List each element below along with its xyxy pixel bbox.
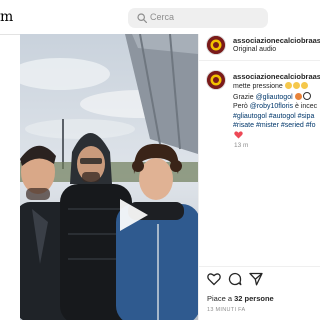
search-icon	[137, 13, 147, 23]
club-crest-icon	[207, 36, 225, 54]
actions-divider	[198, 266, 320, 267]
caption-text-1: mette pressione	[233, 83, 283, 90]
post-time-ago: 13 MINUTI FA	[207, 307, 246, 313]
instagram-logo-fragment[interactable]: m	[0, 9, 13, 25]
play-icon[interactable]	[114, 197, 150, 233]
hashtags-line-2[interactable]: #risate #mister #seried #fo	[233, 121, 315, 131]
laughing-emoji-icon	[292, 82, 300, 89]
post-video[interactable]	[20, 34, 198, 320]
video-frame-image	[20, 34, 198, 320]
post-username[interactable]: associazionecalciobraasd	[233, 36, 320, 45]
likes-prefix: Piace a	[207, 294, 235, 303]
caption-avatar[interactable]	[206, 70, 226, 90]
caption-text-3: Però	[233, 103, 250, 110]
mention-roby10floris[interactable]: @roby10floris	[250, 103, 293, 110]
caption-text-2: Grazie	[233, 94, 256, 101]
heart-outline-icon[interactable]	[207, 272, 221, 286]
original-audio-link[interactable]: Original audio	[233, 46, 276, 53]
comment-icon[interactable]	[228, 272, 242, 286]
laughing-emoji-icon	[284, 82, 292, 89]
caption-line-3: Però @roby10floris è incec	[233, 102, 317, 112]
heart-emoji-icon	[294, 93, 302, 100]
header-divider	[198, 60, 320, 61]
top-bar: m Cerca	[0, 0, 320, 35]
club-crest-icon	[207, 71, 225, 89]
search-placeholder: Cerca	[150, 12, 175, 22]
likes-count[interactable]: Piace a 32 persone	[207, 294, 274, 303]
profile-avatar[interactable]	[206, 35, 226, 55]
soccer-ball-emoji-icon	[302, 92, 311, 100]
caption-username[interactable]: associazionecalciobraasd	[233, 72, 320, 81]
mention-gliautogol[interactable]: @gliautogol	[256, 94, 293, 101]
red-heart-emoji-icon	[234, 131, 243, 139]
caption-text-3b: è incec	[293, 103, 318, 110]
likes-number[interactable]: 32 persone	[234, 294, 274, 303]
caption-line-1: mette pressione	[233, 82, 309, 92]
laughing-emoji-icon	[300, 82, 308, 89]
share-icon[interactable]	[249, 272, 263, 286]
search-input[interactable]: Cerca	[128, 8, 268, 28]
comment-timestamp: 13 m	[234, 142, 249, 149]
